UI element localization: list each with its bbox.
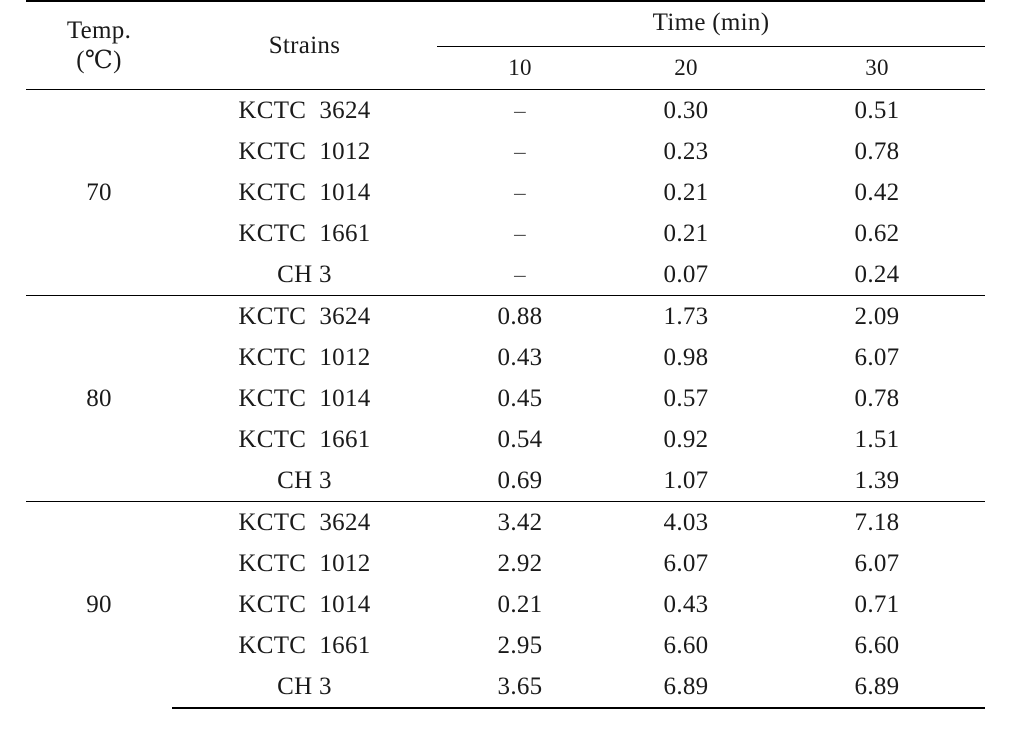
value-cell-t10: – bbox=[437, 89, 603, 131]
header-time-group: Time (min) bbox=[437, 0, 985, 47]
value-cell-t30: 7.18 bbox=[769, 501, 985, 543]
header-time-30: 30 bbox=[769, 46, 985, 90]
strain-cell: KCTC 1661 bbox=[238, 219, 371, 247]
value-cell-t10: 2.92 bbox=[497, 549, 543, 577]
value-cell-t20: 1.73 bbox=[603, 295, 769, 337]
value-cell-t10: 0.88 bbox=[437, 295, 603, 337]
value-cell-t10: 0.43 bbox=[497, 343, 543, 371]
value-cell-t10: 0.54 bbox=[497, 425, 543, 453]
value-cell-t20: 1.07 bbox=[663, 466, 709, 494]
strain-cell: KCTC 1012 bbox=[238, 343, 371, 371]
value-cell-t30: 0.51 bbox=[769, 89, 985, 131]
strain-cell: KCTC 1661 bbox=[238, 631, 371, 659]
value-cell-t30: 0.78 bbox=[854, 137, 900, 165]
value-cell-t10: 0.45 bbox=[497, 384, 543, 412]
strain-cell: CH 3 bbox=[172, 666, 437, 709]
strain-cell: KCTC 3624 bbox=[172, 501, 437, 543]
value-cell-t10: – bbox=[514, 179, 526, 205]
header-time-20: 20 bbox=[603, 46, 769, 90]
table-container: Temp. (℃) Strains Time (min) 10 20 30 70… bbox=[0, 0, 1020, 744]
strain-cell: KCTC 1661 bbox=[238, 425, 371, 453]
value-cell-t10: 0.21 bbox=[497, 590, 543, 618]
table-header: Temp. (℃) Strains Time (min) 10 20 30 bbox=[26, 0, 985, 90]
value-cell-t20: 6.89 bbox=[603, 666, 769, 709]
header-temperature-unit: (℃) bbox=[76, 46, 122, 74]
value-cell-t20: 0.21 bbox=[663, 219, 709, 247]
value-cell-t20: 6.07 bbox=[663, 549, 709, 577]
strain-cell: CH 3 bbox=[277, 466, 332, 494]
value-cell-t30: 0.62 bbox=[854, 219, 900, 247]
value-cell-t10: 3.42 bbox=[437, 501, 603, 543]
value-cell-t10: – bbox=[514, 138, 526, 164]
value-cell-t20: 0.43 bbox=[663, 590, 709, 618]
results-table: Temp. (℃) Strains Time (min) 10 20 30 70… bbox=[26, 0, 985, 709]
strain-cell: KCTC 1014 bbox=[238, 384, 371, 412]
strain-cell: KCTC 1012 bbox=[238, 549, 371, 577]
value-cell-t30: 6.07 bbox=[854, 343, 900, 371]
value-cell-t10: 2.95 bbox=[497, 631, 543, 659]
value-cell-t20: 0.23 bbox=[663, 137, 709, 165]
value-cell-t20: 0.21 bbox=[663, 178, 709, 206]
value-cell-t20: 0.57 bbox=[663, 384, 709, 412]
value-cell-t30: 1.51 bbox=[854, 425, 900, 453]
table-row: 80 KCTC 3624 0.88 1.73 2.09 bbox=[26, 295, 985, 502]
header-temperature: Temp. (℃) bbox=[26, 0, 172, 90]
value-cell-t20: 0.30 bbox=[603, 89, 769, 131]
strain-cell: KCTC 1012 bbox=[238, 137, 371, 165]
header-strains: Strains bbox=[172, 0, 437, 90]
value-cell-t30: 6.60 bbox=[854, 631, 900, 659]
value-cell-t30: 2.09 bbox=[769, 295, 985, 337]
value-cell-t10: – bbox=[514, 261, 526, 287]
table-row: 70 KCTC 3624–0.30 0.51 bbox=[26, 89, 985, 296]
value-cell-t30: 6.89 bbox=[769, 666, 985, 709]
value-cell-t30: 1.39 bbox=[854, 466, 900, 494]
strain-cell: KCTC 1014 bbox=[238, 178, 371, 206]
temperature-cell: 80 bbox=[26, 295, 172, 502]
value-cell-t20: 4.03 bbox=[603, 501, 769, 543]
value-cell-t30: 0.71 bbox=[854, 590, 900, 618]
header-temperature-label: Temp. bbox=[66, 17, 132, 44]
strain-cell: KCTC 3624 bbox=[172, 89, 437, 131]
value-cell-t10: 0.69 bbox=[497, 466, 543, 494]
value-cell-t30: 0.24 bbox=[854, 260, 900, 288]
header-row-primary: Temp. (℃) Strains Time (min) bbox=[26, 0, 985, 90]
strain-cell: CH 3 bbox=[277, 260, 332, 288]
value-cell-t30: 0.42 bbox=[854, 178, 900, 206]
value-cell-t10: – bbox=[514, 220, 526, 246]
temperature-cell: 70 bbox=[26, 89, 172, 296]
strain-cell: KCTC 3624 bbox=[172, 295, 437, 337]
value-cell-t30: 0.78 bbox=[854, 384, 900, 412]
value-cell-t20: 0.07 bbox=[663, 260, 709, 288]
header-time-10: 10 bbox=[437, 46, 603, 90]
value-cell-t30: 6.07 bbox=[854, 549, 900, 577]
value-cell-t10: 3.65 bbox=[437, 666, 603, 709]
strain-cell: KCTC 1014 bbox=[238, 590, 371, 618]
value-cell-t20: 0.92 bbox=[663, 425, 709, 453]
value-cell-t20: 0.98 bbox=[663, 343, 709, 371]
table-row: 90 KCTC 3624 3.42 4.03 7.18 bbox=[26, 501, 985, 708]
table-body: 70 KCTC 3624–0.30 0.51 KCTC 1012–0.23 0.78 KC… bbox=[26, 89, 985, 709]
temperature-cell: 90 bbox=[26, 501, 172, 708]
value-cell-t20: 6.60 bbox=[663, 631, 709, 659]
